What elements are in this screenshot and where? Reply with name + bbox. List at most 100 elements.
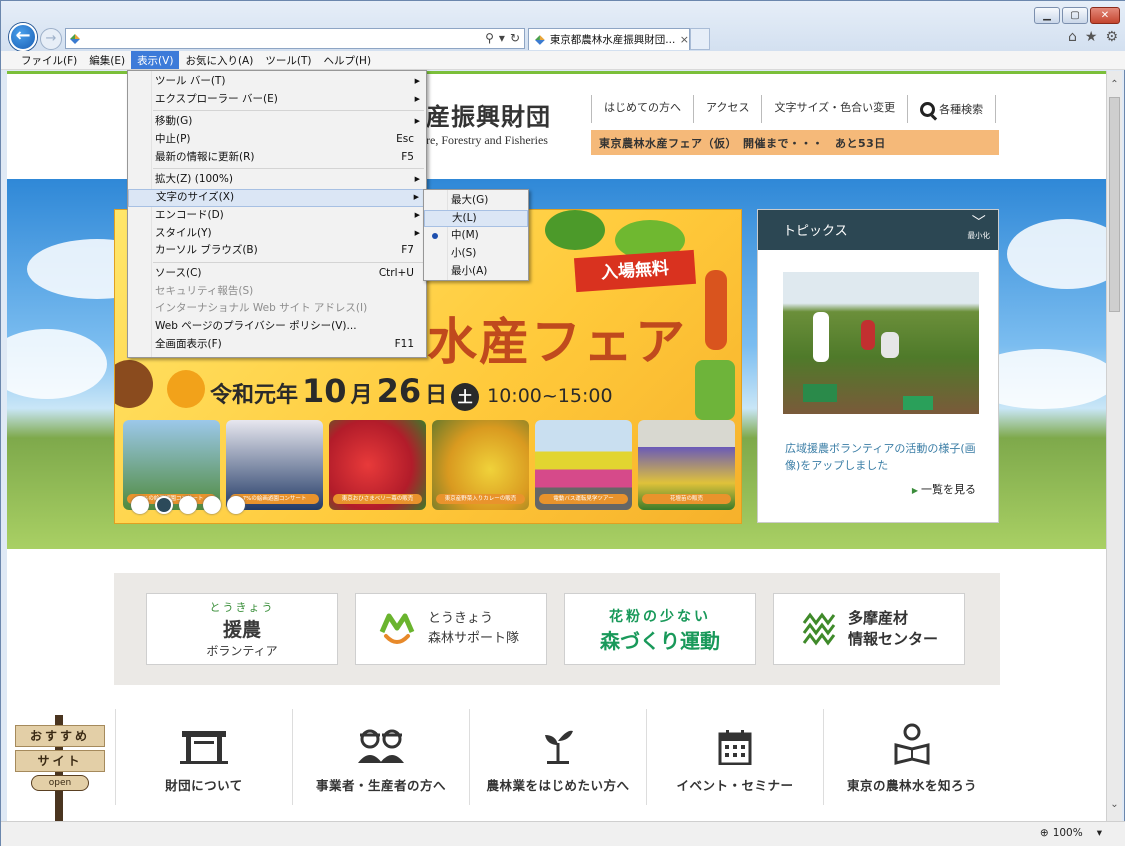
menu-help[interactable]: ヘルプ(H) (317, 51, 377, 69)
view-menu-item[interactable]: 中止(P) Esc (128, 131, 426, 149)
menu-item-label: エンコード(D) (155, 208, 224, 221)
crate (803, 384, 837, 402)
tama-wood-banner[interactable]: 多摩産材 情報センター (773, 593, 965, 665)
photo-caption: 花壇苗の販売 (642, 494, 731, 504)
menu-item-shortcut: Ctrl+U (378, 266, 414, 279)
countdown-banner[interactable]: 東京農林水産フェア（仮） 開催まで・・・ あと53日 (591, 130, 999, 155)
menu-item-label: 大(L) (452, 211, 477, 224)
menu-tools[interactable]: ツール(T) (259, 51, 317, 69)
zoom-icon: ⊕ (1039, 827, 1049, 839)
menu-item-label: エクスプローラー バー(E) (155, 92, 278, 105)
view-menu-item[interactable]: カーソル ブラウズ(B) F7 (128, 242, 426, 260)
person-figure (813, 312, 829, 362)
slider-dot[interactable] (131, 496, 149, 514)
close-button[interactable]: ✕ (1090, 7, 1120, 24)
forest-support-banner[interactable]: とうきょう 森林サポート隊 (355, 593, 547, 665)
home-icon[interactable]: ⌂ (1068, 29, 1077, 45)
slider-dot[interactable] (227, 496, 245, 514)
text-size-option[interactable]: 大(L) (424, 209, 528, 228)
minimize-button[interactable]: ▁ (1034, 7, 1060, 24)
dropdown-icon[interactable]: ▾ (499, 31, 505, 45)
bottom-nav-label: 財団について (165, 778, 243, 793)
view-menu-item[interactable]: 最新の情報に更新(R) F5 (128, 149, 426, 167)
kafun-line1: 花粉の少ない (609, 609, 711, 625)
search-icon[interactable]: ⚲ (485, 31, 494, 45)
maximize-button[interactable]: ▢ (1062, 7, 1088, 24)
star-icon[interactable]: ★ (1085, 29, 1098, 45)
vertical-scrollbar[interactable]: ⌃ ⌄ (1106, 71, 1122, 821)
scroll-up-icon[interactable]: ⌃ (1107, 79, 1122, 93)
menu-file[interactable]: ファイル(F) (15, 51, 83, 69)
nav-text-size-color[interactable]: 文字サイズ・色合い変更 (761, 95, 907, 123)
bottom-nav-start-farming[interactable]: 農林業をはじめたい方へ (469, 709, 646, 805)
carrot-illustration (705, 270, 727, 350)
topics-more-link[interactable]: 一覧を見る (912, 481, 976, 497)
person-figure (861, 320, 875, 350)
leek-illustration (695, 360, 735, 420)
forest-line2: 森林サポート隊 (428, 631, 520, 646)
text-size-option[interactable]: 中(M) (424, 227, 528, 245)
search-icon (920, 101, 936, 117)
new-tab-button[interactable] (690, 28, 710, 50)
recommended-sites-sign[interactable]: おすすめ サイト open (15, 715, 105, 821)
menu-view[interactable]: 表示(V) (131, 51, 180, 69)
slider-dot[interactable] (203, 496, 221, 514)
text-size-option[interactable]: 最大(G) (424, 192, 528, 210)
view-menu-item[interactable]: 移動(G) ▶ (128, 113, 426, 131)
minimize-topics-button[interactable]: ﹀ 最小化 (968, 216, 991, 241)
back-button[interactable]: ← (9, 23, 37, 51)
tab-favicon-icon (534, 34, 545, 45)
menu-item-label: ソース(C) (155, 266, 202, 279)
menu-item-shortcut: F5 (401, 150, 414, 163)
event-photo: 花壇苗の販売 (638, 420, 735, 510)
text-size-option[interactable]: 小(S) (424, 245, 528, 263)
view-menu-item[interactable]: エンコード(D) ▶ (128, 207, 426, 225)
site-subtitle: re, Forestry and Fisheries (426, 133, 548, 147)
menu-favorites[interactable]: お気に入り(A) (179, 51, 259, 69)
view-menu-item[interactable]: ツール バー(T) ▶ (128, 73, 426, 91)
topics-photo[interactable] (783, 272, 979, 414)
slider-dot[interactable] (179, 496, 197, 514)
bottom-nav-events[interactable]: イベント・セミナー (646, 709, 823, 805)
tab-active[interactable]: 東京都農林水産振興財団... × (528, 28, 690, 50)
menu-separator (153, 261, 424, 263)
slider-dot-active[interactable] (155, 496, 173, 514)
window-controls: ▁ ▢ ✕ (1034, 7, 1120, 24)
menu-item-shortcut: Esc (396, 133, 414, 146)
view-menu-item[interactable]: 全画面表示(F) F11 (128, 336, 426, 354)
view-menu-item[interactable]: 文字のサイズ(X) ▶ (128, 189, 426, 207)
banner-date: 令和元年 10 月 26 日 土 10:00~15:00 (210, 372, 613, 411)
cloud-decoration (1007, 219, 1106, 289)
menu-edit[interactable]: 編集(E) (83, 51, 131, 69)
forward-button[interactable]: → (40, 28, 62, 50)
scrollbar-thumb[interactable] (1109, 97, 1120, 312)
view-menu-item[interactable]: スタイル(Y) ▶ (128, 225, 426, 243)
gear-icon[interactable]: ⚙ (1105, 29, 1118, 45)
bottom-nav-label: イベント・セミナー (676, 778, 794, 793)
tab-close-icon[interactable]: × (680, 33, 689, 46)
bottom-nav-foundation[interactable]: 財団について (115, 709, 292, 805)
scroll-down-icon[interactable]: ⌄ (1107, 799, 1122, 813)
view-menu-item[interactable]: Web ページのプライバシー ポリシー(V)... (128, 318, 426, 336)
partner-banners: とうきょう 援農 ボランティア とうきょう 森林サポート隊 花粉の少ない 森づく… (114, 573, 1000, 685)
view-menu-item[interactable]: ソース(C) Ctrl+U (128, 265, 426, 283)
bottom-nav-learn[interactable]: 東京の農林水を知ろう (823, 709, 1000, 805)
refresh-icon[interactable]: ↻ (510, 31, 520, 45)
nav-first-visit[interactable]: はじめての方へ (591, 95, 693, 123)
kafun-forest-banner[interactable]: 花粉の少ない 森づくり運動 (564, 593, 756, 665)
bottom-nav-producers[interactable]: 事業者・生産者の方へ (292, 709, 469, 805)
view-menu-item[interactable]: 拡大(Z) (100%) ▶ (128, 171, 426, 189)
enno-volunteer-banner[interactable]: とうきょう 援農 ボランティア (146, 593, 338, 665)
menu-item-label: 最小(A) (451, 264, 488, 277)
address-bar[interactable]: ⚲ ▾ ↻ (65, 28, 525, 49)
submenu-arrow-icon: ▶ (414, 210, 420, 219)
site-title[interactable]: 産振興財団 (426, 97, 551, 132)
topics-item-link[interactable]: 広域援農ボランティアの活動の様子(画像)をアップしました (785, 440, 985, 474)
text-size-option[interactable]: 最小(A) (424, 263, 528, 281)
zoom-control[interactable]: ⊕ 100% ▾ (1040, 827, 1102, 839)
view-menu-item[interactable]: エクスプローラー バー(E) ▶ (128, 91, 426, 109)
nav-search[interactable]: 各種検索 (907, 95, 997, 123)
nav-access[interactable]: アクセス (693, 95, 761, 123)
sign-open-button[interactable]: open (31, 775, 89, 791)
topics-header: トピックス ﹀ 最小化 (758, 210, 998, 250)
